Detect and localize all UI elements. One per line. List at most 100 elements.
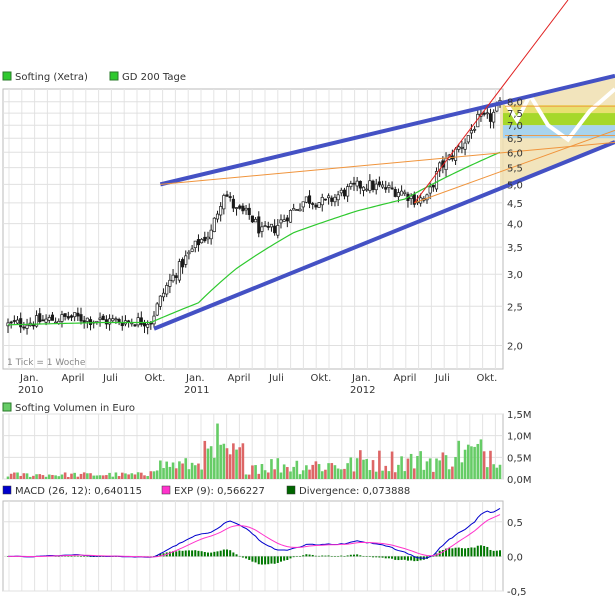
volume-bar bbox=[86, 473, 89, 479]
divergence-bar bbox=[175, 551, 178, 557]
divergence-bar bbox=[226, 549, 229, 557]
volume-bar bbox=[13, 472, 16, 479]
volume-bar bbox=[241, 443, 245, 479]
volume-bar bbox=[41, 475, 45, 479]
volume-bar bbox=[209, 446, 213, 479]
x-tick-label: Juli bbox=[434, 373, 450, 384]
divergence-bar bbox=[483, 545, 486, 557]
divergence-bar bbox=[470, 547, 473, 557]
divergence-bar bbox=[457, 547, 460, 557]
volume-bar bbox=[6, 476, 10, 479]
divergence-bar bbox=[257, 556, 260, 565]
divergence-bar bbox=[489, 549, 492, 557]
price-y-tick: 5,5 bbox=[507, 164, 523, 175]
volume-bar bbox=[136, 472, 140, 479]
candle-body bbox=[428, 186, 432, 194]
macd-y-tick: -0,5 bbox=[507, 587, 527, 598]
candle-body bbox=[63, 313, 67, 317]
volume-bar bbox=[489, 450, 492, 479]
divergence-bar bbox=[245, 556, 248, 559]
macd-legend-label: Divergence: 0,073888 bbox=[299, 486, 410, 497]
volume-bar bbox=[355, 458, 359, 479]
volume-bar bbox=[165, 461, 169, 479]
candle-body bbox=[273, 225, 277, 234]
candle-body bbox=[177, 261, 181, 281]
candle-body bbox=[457, 146, 461, 150]
price-y-tick: 2,0 bbox=[507, 342, 523, 353]
divergence-bar bbox=[264, 556, 267, 565]
candle-body bbox=[492, 111, 496, 123]
x-tick-label: April bbox=[228, 373, 251, 384]
legend-swatch bbox=[2, 71, 12, 81]
volume-bar bbox=[289, 471, 292, 479]
volume-bar bbox=[444, 455, 448, 479]
volume-bar bbox=[416, 456, 419, 479]
divergence-bar bbox=[321, 555, 324, 557]
divergence-bar bbox=[213, 551, 216, 557]
candle-body bbox=[114, 318, 118, 321]
candle-body bbox=[238, 205, 242, 209]
candle-body bbox=[139, 317, 143, 325]
volume-bar bbox=[184, 458, 188, 479]
divergence-bar bbox=[251, 556, 254, 562]
volume-bar bbox=[76, 476, 80, 479]
candle-body bbox=[365, 188, 369, 191]
candle-body bbox=[482, 112, 486, 115]
divergence-bar bbox=[210, 552, 213, 557]
candle-body bbox=[298, 208, 302, 212]
candle-body bbox=[260, 226, 264, 232]
tick-note: 1 Tick = 1 Woche bbox=[7, 358, 86, 368]
candle-body bbox=[44, 318, 48, 323]
volume-bar bbox=[193, 465, 197, 479]
candle-body bbox=[104, 319, 108, 325]
divergence-bar bbox=[327, 555, 330, 557]
candle-body bbox=[247, 207, 251, 216]
candle-body bbox=[279, 219, 283, 224]
divergence-bar bbox=[403, 556, 406, 560]
candle-body bbox=[41, 319, 45, 322]
divergence-bar bbox=[340, 555, 343, 557]
divergence-bar bbox=[381, 556, 384, 558]
volume-bar bbox=[273, 469, 276, 479]
divergence-bar bbox=[368, 556, 371, 557]
macd-legend-label: EXP (9): 0,566227 bbox=[174, 486, 265, 497]
volume-bar bbox=[279, 472, 283, 479]
volume-bar bbox=[143, 475, 146, 479]
divergence-bar bbox=[476, 545, 479, 557]
macd-legend-label: MACD (26, 12): 0,640115 bbox=[15, 486, 142, 497]
candle-body bbox=[254, 218, 258, 223]
volume-bar bbox=[216, 423, 219, 479]
volume-bar bbox=[305, 465, 308, 479]
divergence-bar bbox=[248, 556, 251, 560]
volume-bar bbox=[79, 473, 83, 479]
volume-bar bbox=[162, 468, 165, 479]
candle-body bbox=[276, 225, 280, 236]
volume-bar bbox=[482, 451, 486, 479]
divergence-bar bbox=[410, 556, 413, 561]
volume-bar bbox=[130, 473, 134, 479]
volume-bar bbox=[228, 454, 232, 479]
divergence-bar bbox=[178, 550, 181, 557]
macd-y-tick: 0,5 bbox=[507, 518, 523, 529]
volume-legend-swatch bbox=[2, 402, 12, 412]
volume-bar bbox=[301, 470, 305, 479]
candle-body bbox=[400, 190, 404, 196]
volume-bar bbox=[171, 462, 175, 479]
volume-bar bbox=[127, 474, 130, 479]
divergence-bar bbox=[460, 548, 463, 557]
candle-body bbox=[136, 317, 140, 326]
volume-bar bbox=[422, 469, 426, 479]
candle-body bbox=[47, 317, 51, 321]
candle-body bbox=[193, 240, 197, 248]
price-y-tick: 3,0 bbox=[507, 270, 523, 281]
volume-bar bbox=[257, 473, 261, 479]
volume-bar bbox=[432, 471, 435, 479]
volume-bar bbox=[206, 448, 210, 479]
volume-bar bbox=[73, 472, 76, 479]
price-y-tick: 4,5 bbox=[507, 199, 523, 210]
candle-body bbox=[222, 195, 226, 210]
x-tick-year: 2011 bbox=[184, 385, 209, 396]
volume-bar bbox=[187, 469, 191, 479]
volume-bar bbox=[479, 439, 483, 479]
volume-bar bbox=[155, 470, 159, 479]
